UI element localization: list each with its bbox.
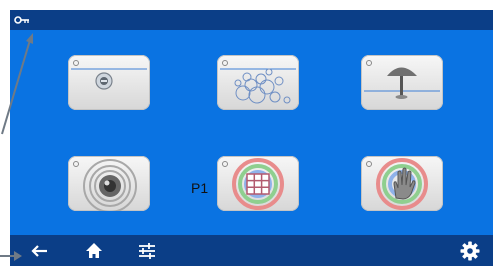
mushroom-icon — [364, 60, 440, 99]
home-icon[interactable] — [82, 239, 106, 263]
sliders-icon[interactable] — [135, 239, 159, 263]
lens-button-icon — [71, 60, 147, 90]
tile-lens-mode[interactable] — [68, 55, 150, 110]
tile-touch-mode[interactable] — [361, 156, 443, 211]
tile-mushroom-mode[interactable] — [361, 55, 443, 110]
settings-gear-icon[interactable] — [458, 239, 482, 263]
colored-grid-icon — [222, 158, 284, 210]
navigation-bar — [10, 235, 493, 266]
device-screen: P1 — [10, 10, 493, 266]
tile-grid-mode[interactable] — [217, 156, 299, 211]
status-bar — [10, 10, 493, 30]
bubbles-icon — [220, 60, 296, 104]
concentric-rings-icon — [73, 159, 137, 211]
hand-icon — [366, 158, 428, 210]
back-arrow-icon[interactable] — [28, 239, 52, 263]
program-label: P1 — [191, 180, 209, 196]
key-icon — [14, 16, 29, 24]
tile-rings-mode[interactable] — [68, 156, 150, 211]
tile-bubbles-mode[interactable] — [217, 55, 299, 110]
